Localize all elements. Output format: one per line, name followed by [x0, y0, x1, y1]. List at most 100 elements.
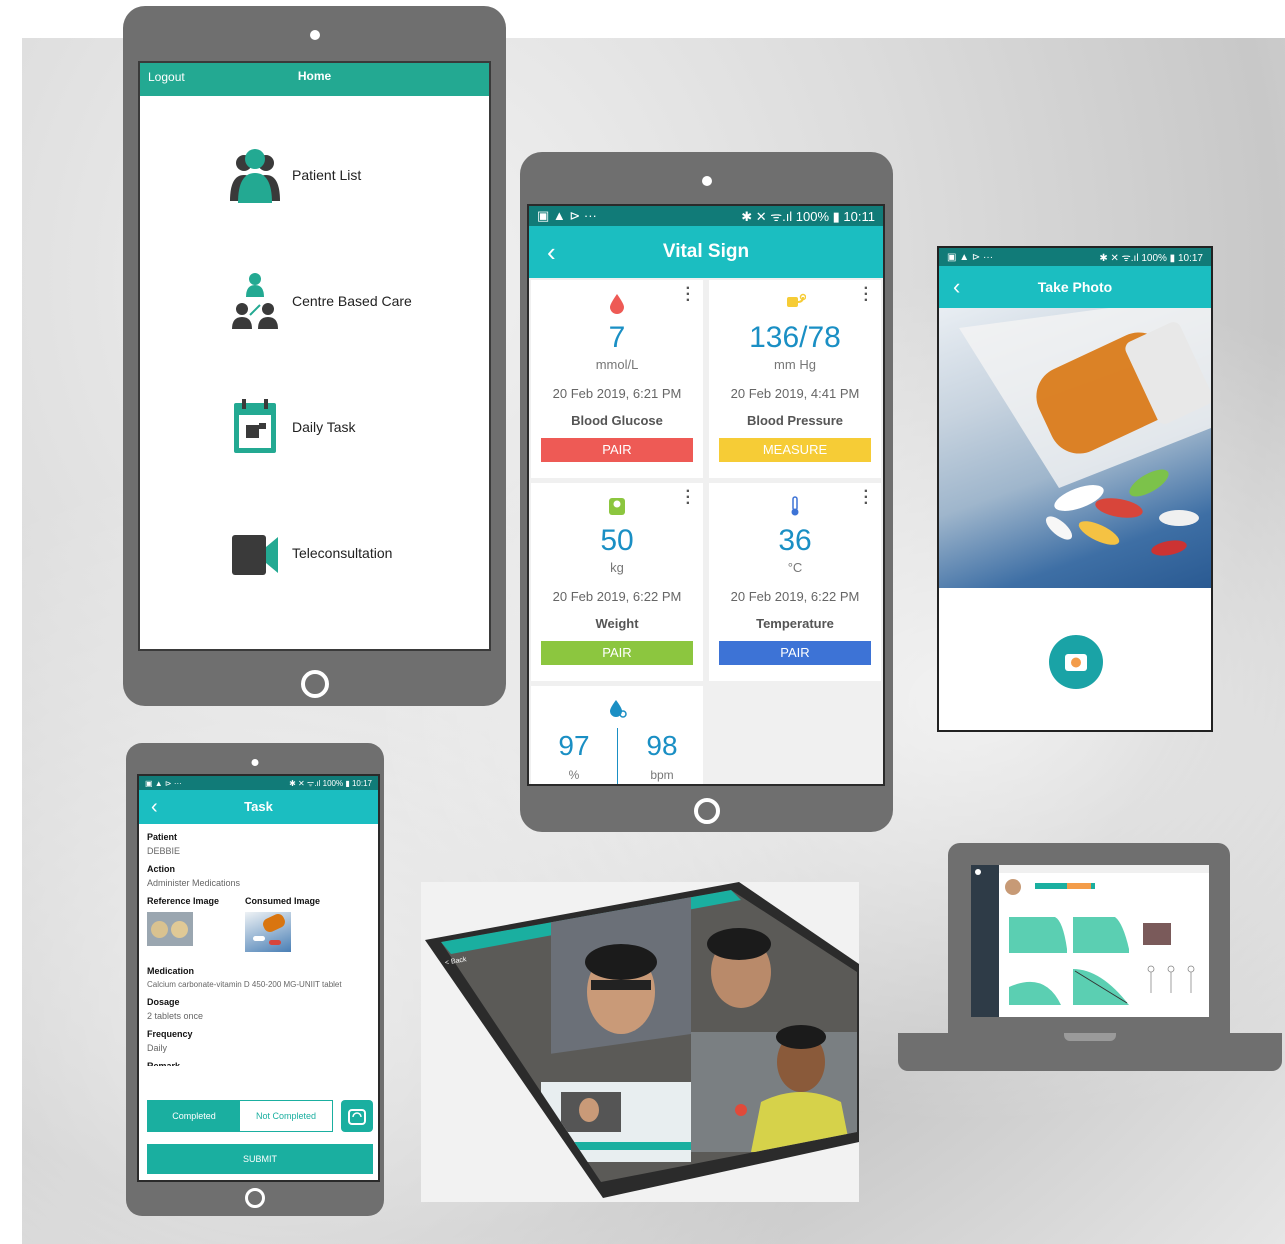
- vital-screen: ▣ ▲ ⊳ ··· ✱ ✕ ᯤ.ıl 100% ▮ 10:11 ‹ Vital …: [527, 204, 885, 786]
- vital-time: 20 Feb 2019, 6:22 PM: [552, 589, 682, 604]
- dashboard-sidebar: [971, 865, 999, 1017]
- laptop-dashboard: [898, 843, 1282, 1076]
- task-details: Patient DEBBIE Action Administer Medicat…: [139, 824, 378, 1070]
- frequency-value: Daily: [147, 1043, 168, 1053]
- submit-button[interactable]: SUBMIT: [147, 1144, 373, 1174]
- vital-card-spo2[interactable]: 97 % 98 bpm: [531, 686, 703, 784]
- action-label: Action: [147, 864, 175, 874]
- measure-button[interactable]: MEASURE: [719, 438, 871, 462]
- pulse-unit: bpm: [650, 768, 674, 782]
- menu-item-daily-task[interactable]: Daily Task: [230, 397, 356, 457]
- status-clock: ✱ ✕ ᯤ.ıl 100% ▮ 10:17: [1099, 253, 1203, 264]
- dashboard-charts: [1009, 917, 1195, 1005]
- refresh-camera-button[interactable]: [341, 1100, 373, 1132]
- pair-button[interactable]: PAIR: [719, 641, 871, 665]
- status-bar: ▣ ▲ ⊳ ··· ✱ ✕ ᯤ.ıl 100% ▮ 10:17: [139, 776, 378, 790]
- centre-care-icon: [230, 271, 280, 331]
- app-header: ‹ Vital Sign: [529, 226, 883, 278]
- home-button[interactable]: [245, 1188, 265, 1208]
- status-clock: ✱ ✕ ᯤ.ıl 100% ▮ 10:11: [741, 209, 875, 224]
- camera-refresh-icon: [348, 1109, 366, 1125]
- vital-unit: mm Hg: [774, 357, 816, 372]
- patients-icon: [230, 145, 280, 205]
- vital-time: 20 Feb 2019, 6:21 PM: [552, 386, 682, 401]
- vital-card-blood-glucose[interactable]: · · · 7 mmol/L 20 Feb 2019, 6:21 PM Blood …: [531, 280, 703, 478]
- camera-icon: [1065, 654, 1087, 671]
- vital-card-temperature[interactable]: · · · 36 °C 20 Feb 2019, 6:22 PM Temperatu…: [709, 483, 881, 681]
- thermometer-icon: [791, 496, 799, 516]
- not-completed-button[interactable]: Not Completed: [240, 1101, 332, 1131]
- laptop-lid: [948, 843, 1230, 1033]
- video-camera-icon: [230, 523, 280, 583]
- menu-item-centre-based-care[interactable]: Centre Based Care: [230, 271, 412, 331]
- status-bar: ▣ ▲ ⊳ ··· ✱ ✕ ᯤ.ıl 100% ▮ 10:11: [529, 206, 883, 226]
- pulse-value: 98: [646, 730, 678, 761]
- vital-card-blood-pressure[interactable]: · · · 136/78 mm Hg 20 Feb 2019, 4:41 PM Bl…: [709, 280, 881, 478]
- menu-item-teleconsultation[interactable]: Teleconsultation: [230, 523, 392, 583]
- vital-value: 7: [608, 321, 626, 354]
- camera-dot: [309, 30, 320, 40]
- laptop-base: [898, 1033, 1282, 1071]
- home-button[interactable]: [693, 798, 720, 824]
- remark-label: Remark: [147, 1061, 181, 1066]
- reference-image-label: Reference Image: [147, 896, 220, 906]
- camera-dot: [251, 759, 259, 766]
- status-clock: ✱ ✕ ᯤ.ıl 100% ▮ 10:17: [289, 778, 372, 788]
- page-title: Take Photo: [1037, 279, 1113, 295]
- consumed-image[interactable]: [245, 912, 291, 952]
- vital-card-weight[interactable]: · · · 50 kg 20 Feb 2019, 6:22 PM Weight PA…: [531, 483, 703, 681]
- consumed-image-label: Consumed Image: [245, 896, 321, 906]
- frequency-label: Frequency: [147, 1029, 193, 1039]
- reference-image-block: Reference Image: [147, 896, 245, 952]
- menu-item-patient-list[interactable]: Patient List: [230, 145, 361, 205]
- spo2-value: 97: [558, 730, 590, 761]
- status-bar: ▣ ▲ ⊳ ··· ✱ ✕ ᯤ.ıl 100% ▮ 10:17: [939, 248, 1211, 266]
- more-icon[interactable]: · · ·: [864, 281, 869, 309]
- status-icons: ▣ ▲ ⊳ ···: [145, 778, 182, 788]
- trackpad-notch: [1064, 1033, 1116, 1041]
- patient-value: DEBBIE: [147, 846, 181, 856]
- completed-button[interactable]: Completed: [148, 1101, 240, 1131]
- dosage-label: Dosage: [147, 997, 180, 1007]
- back-arrow-icon[interactable]: ‹: [953, 266, 960, 308]
- pills-photo: [939, 308, 1211, 588]
- medication-label: Medication: [147, 966, 195, 976]
- medication-value: Calcium carbonate-vitamin D 450-200 MG-U…: [147, 980, 342, 989]
- calendar-task-icon: [230, 397, 280, 457]
- vital-value: 136/78: [749, 321, 841, 354]
- oxygen-drop-icon: [610, 700, 627, 718]
- menu-label: Patient List: [292, 167, 362, 183]
- vital-name: Temperature: [756, 616, 834, 631]
- back-arrow-icon[interactable]: ‹: [151, 790, 158, 824]
- vital-name: Blood Glucose: [571, 413, 663, 428]
- app-header: ‹ Take Photo: [939, 266, 1211, 308]
- capture-camera-button[interactable]: [1049, 635, 1103, 689]
- camera-dot: [701, 176, 712, 186]
- consumed-image-block: Consumed Image: [245, 896, 320, 952]
- app-header: ‹ Task: [139, 790, 378, 824]
- scale-icon: [609, 498, 625, 515]
- back-arrow-icon[interactable]: ‹: [547, 226, 556, 278]
- pair-button[interactable]: PAIR: [541, 438, 693, 462]
- more-icon[interactable]: · · ·: [864, 484, 869, 512]
- avatar: [1005, 879, 1021, 895]
- vital-sign-tablet: ▣ ▲ ⊳ ··· ✱ ✕ ᯤ.ıl 100% ▮ 10:11 ‹ Vital …: [520, 152, 893, 832]
- vital-time: 20 Feb 2019, 6:22 PM: [730, 589, 860, 604]
- vital-value: 36: [778, 524, 812, 557]
- home-button[interactable]: [300, 670, 329, 698]
- menu-label: Daily Task: [292, 419, 356, 435]
- more-icon[interactable]: · · ·: [686, 484, 691, 512]
- vital-unit: mmol/L: [595, 357, 639, 372]
- vital-name: Weight: [595, 616, 639, 631]
- status-icons: ▣ ▲ ⊳ ···: [947, 251, 994, 263]
- task-tablet: ▣ ▲ ⊳ ··· ✱ ✕ ᯤ.ıl 100% ▮ 10:17 ‹ Task P…: [126, 743, 384, 1216]
- pair-button[interactable]: PAIR: [541, 641, 693, 665]
- task-screen: ▣ ▲ ⊳ ··· ✱ ✕ ᯤ.ıl 100% ▮ 10:17 ‹ Task P…: [137, 774, 380, 1182]
- reference-image[interactable]: [147, 912, 193, 946]
- vital-time: 20 Feb 2019, 4:41 PM: [730, 386, 860, 401]
- stage: Logout Home Patient List Centre Based Ca…: [0, 0, 1285, 1244]
- more-icon[interactable]: · · ·: [686, 281, 691, 309]
- menu-label: Teleconsultation: [292, 545, 393, 561]
- vital-value: 50: [600, 524, 634, 557]
- laptop-screen: [971, 865, 1209, 1017]
